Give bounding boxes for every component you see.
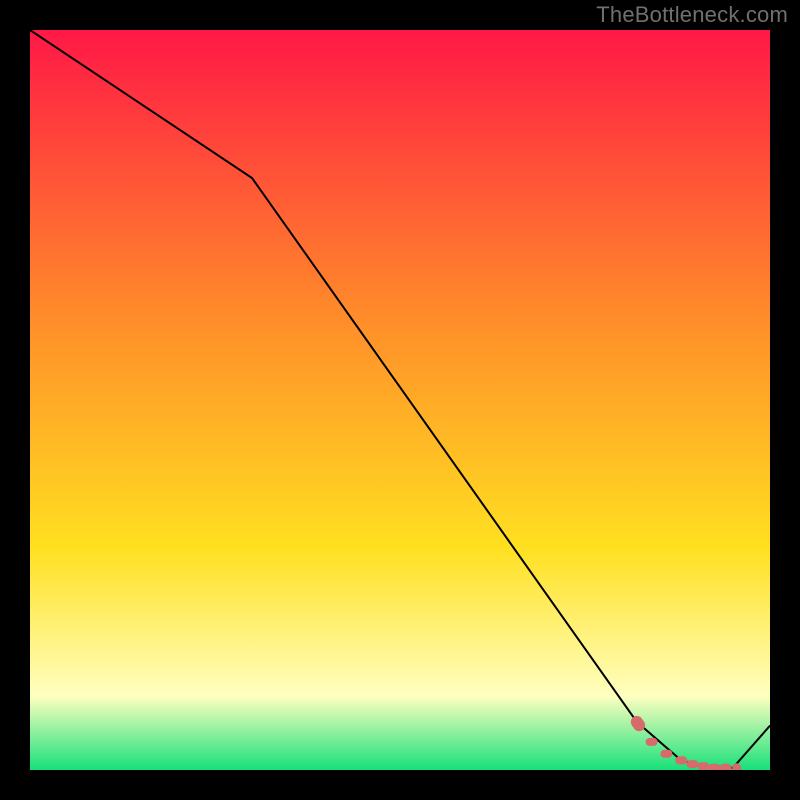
chart-viewport: TheBottleneck.com: [0, 0, 800, 800]
chart-plot: [30, 30, 770, 770]
chart-background: [30, 30, 770, 770]
watermark-label: TheBottleneck.com: [596, 2, 788, 28]
chart-svg: [30, 30, 770, 770]
